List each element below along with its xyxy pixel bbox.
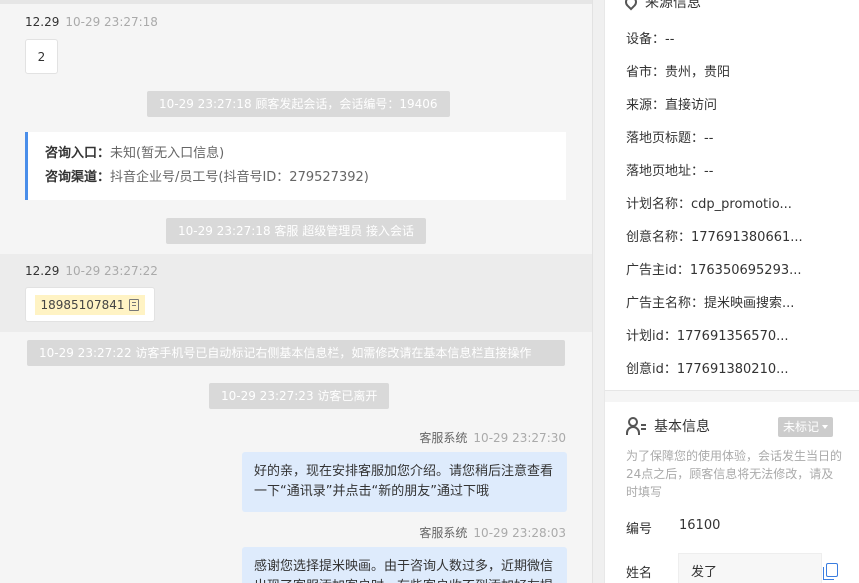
source-info-title: 来源信息 — [645, 0, 701, 11]
user-icon — [626, 417, 646, 435]
customer-info-panel: 来源信息 设备：-- 省市：贵州，贵阳 来源：直接访问 落地页标题：-- 落地页… — [604, 0, 859, 583]
phone-number: 18985107841 — [40, 297, 125, 312]
customer-id-value: 16100 — [679, 518, 721, 533]
system-notice-phone-marked: 10-29 23:27:22 访客手机号已自动标记右侧基本信息栏，如需修改请在基… — [27, 340, 565, 366]
message-time: 10-29 23:27:30 — [473, 431, 566, 445]
section-divider — [605, 390, 859, 402]
system-notice-agent-join: 10-29 23:27:18 客服 超级管理员 接入会话 — [166, 218, 427, 244]
entry-value: 未知(暂无入口信息) — [110, 146, 225, 161]
channel-label: 咨询渠道： — [45, 170, 111, 185]
tag-dropdown-label: 未标记 — [783, 420, 820, 434]
customer-id-label: 编号 — [626, 522, 653, 537]
agent-message-meta: 客服系统 10-29 23:27:30 — [419, 429, 566, 446]
basic-info-title: 基本信息 — [654, 419, 710, 435]
phone-chip[interactable]: 18985107841 — [34, 294, 146, 315]
source-region: 省市：贵州，贵阳 — [626, 65, 731, 80]
channel-line: 咨询渠道：抖音企业号/员工号(抖音号ID：279527392) — [45, 166, 566, 190]
chat-top-edge — [0, 0, 592, 4]
caret-down-icon — [822, 425, 829, 429]
message-meta: 12.29 10-29 23:27:18 — [25, 15, 158, 29]
agent-name: 客服系统 — [419, 431, 468, 445]
message-text: 2 — [37, 49, 46, 64]
agent-message-bubble: 感谢您选择提米映画。由于咨询人数过多，近期微信出现了客服添加客户时，有些客户收不… — [242, 547, 567, 583]
message-time: 10-29 23:27:22 — [65, 264, 158, 278]
copy-icon[interactable] — [129, 298, 140, 311]
source-device: 设备：-- — [626, 32, 675, 47]
source-creative-name: 创意名称：177691380661... — [626, 230, 803, 245]
source-plan-id: 计划id：177691356570... — [626, 329, 789, 344]
tag-dropdown[interactable]: 未标记 — [778, 417, 834, 437]
visitor-message: 12.29 10-29 23:27:18 2 — [0, 6, 592, 84]
source-origin: 来源：直接访问 — [626, 98, 718, 113]
edit-hint: 为了保障您的使用体验，会话发生当日的24点之后，顾客信息将无法修改，请及时填写 — [626, 449, 843, 499]
chat-scrollbar[interactable] — [592, 0, 604, 583]
source-plan-name: 计划名称：cdp_promotio... — [626, 197, 792, 212]
entry-label: 咨询入口： — [45, 146, 111, 161]
source-landing-title: 落地页标题：-- — [626, 131, 714, 146]
basic-info-header: 基本信息 — [626, 416, 710, 436]
system-notice-session-start: 10-29 23:27:18 顾客发起会话，会话编号：19406 — [147, 91, 450, 117]
consult-entry-card: 咨询入口：未知(暂无入口信息) 咨询渠道：抖音企业号/员工号(抖音号ID：279… — [25, 132, 566, 200]
copy-icon[interactable] — [823, 563, 838, 580]
visitor-name: 12.29 — [25, 15, 60, 29]
source-advertiser-name: 广告主名称：提米映画搜索... — [626, 296, 795, 311]
visitor-name: 12.29 — [25, 264, 60, 278]
message-bubble: 18985107841 — [25, 287, 155, 322]
source-advertiser-id: 广告主id：176350695293... — [626, 263, 802, 278]
channel-value: 抖音企业号/员工号(抖音号ID：279527392) — [110, 170, 369, 185]
customer-name-label: 姓名 — [626, 566, 653, 581]
location-pin-icon — [622, 0, 640, 11]
agent-message-bubble: 好的亲，现在安排客服加您介绍。请您稍后注意查看一下“通讯录”并点击“新的朋友”通… — [242, 452, 567, 512]
message-time: 10-29 23:28:03 — [473, 526, 566, 540]
system-notice-visitor-left: 10-29 23:27:23 访客已离开 — [209, 383, 390, 409]
message-time: 10-29 23:27:18 — [65, 15, 158, 29]
visitor-message: 12.29 10-29 23:27:22 18985107841 — [0, 254, 592, 332]
message-bubble: 2 — [25, 39, 58, 74]
agent-message-meta: 客服系统 10-29 23:28:03 — [419, 524, 566, 541]
source-landing-url: 落地页地址：-- — [626, 164, 714, 179]
agent-name: 客服系统 — [419, 526, 468, 540]
source-info-header: 来源信息 — [622, 0, 701, 12]
message-meta: 12.29 10-29 23:27:22 — [25, 264, 158, 278]
source-creative-id: 创意id：177691380210... — [626, 362, 789, 377]
entry-line: 咨询入口：未知(暂无入口信息) — [45, 142, 566, 166]
customer-name-field[interactable]: 发了 — [678, 553, 822, 583]
customer-id-row: 编号 16100 — [626, 518, 720, 537]
chat-pane[interactable]: 12.29 10-29 23:27:18 2 10-29 23:27:18 顾客发… — [0, 0, 592, 583]
